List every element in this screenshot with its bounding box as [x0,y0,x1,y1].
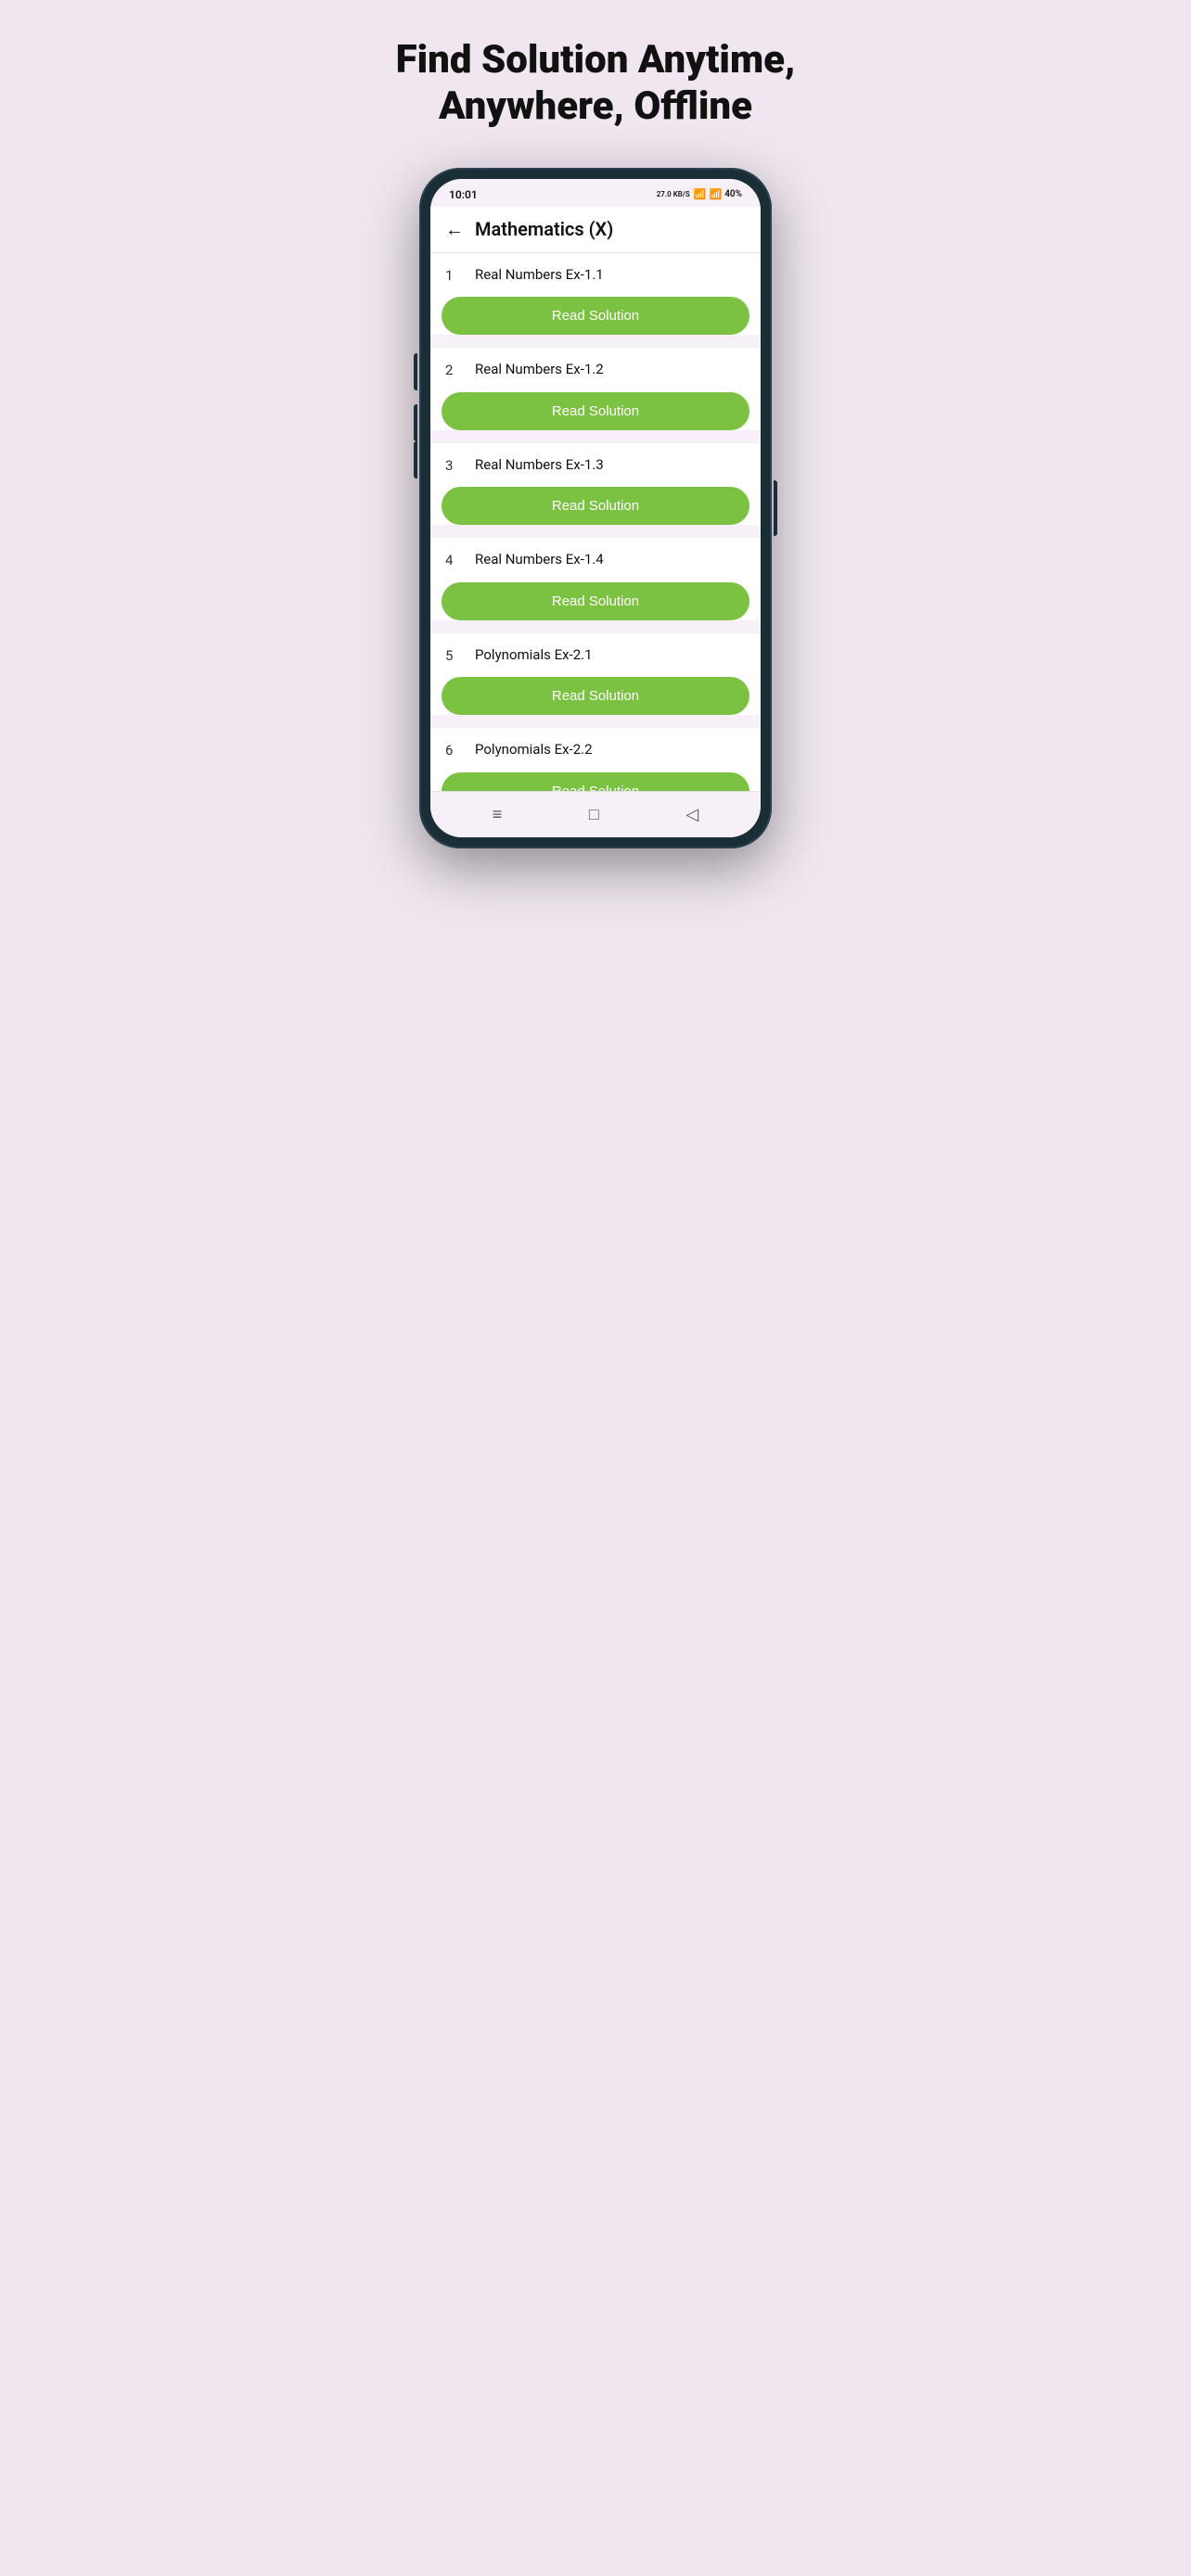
nav-bar: ← Mathematics (X) [430,207,761,253]
read-solution-button[interactable]: Read Solution [442,677,749,715]
item-header: 6 Polynomials Ex-2.2 [430,728,761,765]
list-item: 4 Real Numbers Ex-1.4 Read Solution [430,538,761,620]
item-title: Polynomials Ex-2.1 [475,646,593,665]
list-item: 3 Real Numbers Ex-1.3 Read Solution [430,443,761,526]
phone-screen: 10:01 27.0 KB/S 📶 📶 40% ← Mathematics (X… [430,179,761,837]
item-title: Polynomials Ex-2.2 [475,741,593,759]
list-item: 6 Polynomials Ex-2.2 Read Solution [430,728,761,791]
list-item: 2 Real Numbers Ex-1.2 Read Solution [430,348,761,430]
read-solution-button[interactable]: Read Solution [442,772,749,791]
status-right: 27.0 KB/S 📶 📶 40% [657,188,742,200]
item-number: 6 [445,742,464,759]
item-number: 2 [445,362,464,378]
read-solution-button[interactable]: Read Solution [442,582,749,620]
read-solution-button[interactable]: Read Solution [442,392,749,430]
list-item: 1 Real Numbers Ex-1.1 Read Solution [430,253,761,336]
item-header: 2 Real Numbers Ex-1.2 [430,348,761,385]
page-wrapper: Find Solution Anytime, Anywhere, Offline… [364,37,827,848]
home-icon[interactable]: □ [589,805,599,824]
item-header: 3 Real Numbers Ex-1.3 [430,443,761,480]
phone-device: 10:01 27.0 KB/S 📶 📶 40% ← Mathematics (X… [419,168,772,848]
status-bar: 10:01 27.0 KB/S 📶 📶 40% [430,179,761,207]
item-header: 1 Real Numbers Ex-1.1 [430,253,761,290]
menu-icon[interactable]: ≡ [493,805,503,824]
item-header: 4 Real Numbers Ex-1.4 [430,538,761,575]
hero-title: Find Solution Anytime, Anywhere, Offline [364,37,827,131]
signal-icon: 📶 [709,188,722,200]
data-indicator: 27.0 KB/S [657,191,690,198]
content-area[interactable]: 1 Real Numbers Ex-1.1 Read Solution 2 Real N… [430,253,761,791]
battery-level: 40% [724,189,742,199]
item-number: 1 [445,267,464,284]
list-item: 5 Polynomials Ex-2.1 Read Solution [430,633,761,716]
back-button[interactable]: ← [445,218,464,241]
read-solution-button[interactable]: Read Solution [442,487,749,525]
status-time: 10:01 [449,188,478,201]
item-number: 3 [445,457,464,474]
status-icons: 📶 📶 40% [694,188,742,200]
wifi-icon: 📶 [694,188,707,200]
item-title: Real Numbers Ex-1.2 [475,361,604,379]
item-number: 4 [445,552,464,568]
back-nav-icon[interactable]: ◁ [685,805,698,824]
read-solution-button[interactable]: Read Solution [442,297,749,335]
bottom-nav: ≡ □ ◁ [430,791,761,837]
item-title: Real Numbers Ex-1.3 [475,456,604,475]
item-title: Real Numbers Ex-1.1 [475,266,604,285]
item-number: 5 [445,647,464,664]
item-header: 5 Polynomials Ex-2.1 [430,633,761,670]
item-title: Real Numbers Ex-1.4 [475,551,604,569]
page-title: Mathematics (X) [475,218,613,240]
